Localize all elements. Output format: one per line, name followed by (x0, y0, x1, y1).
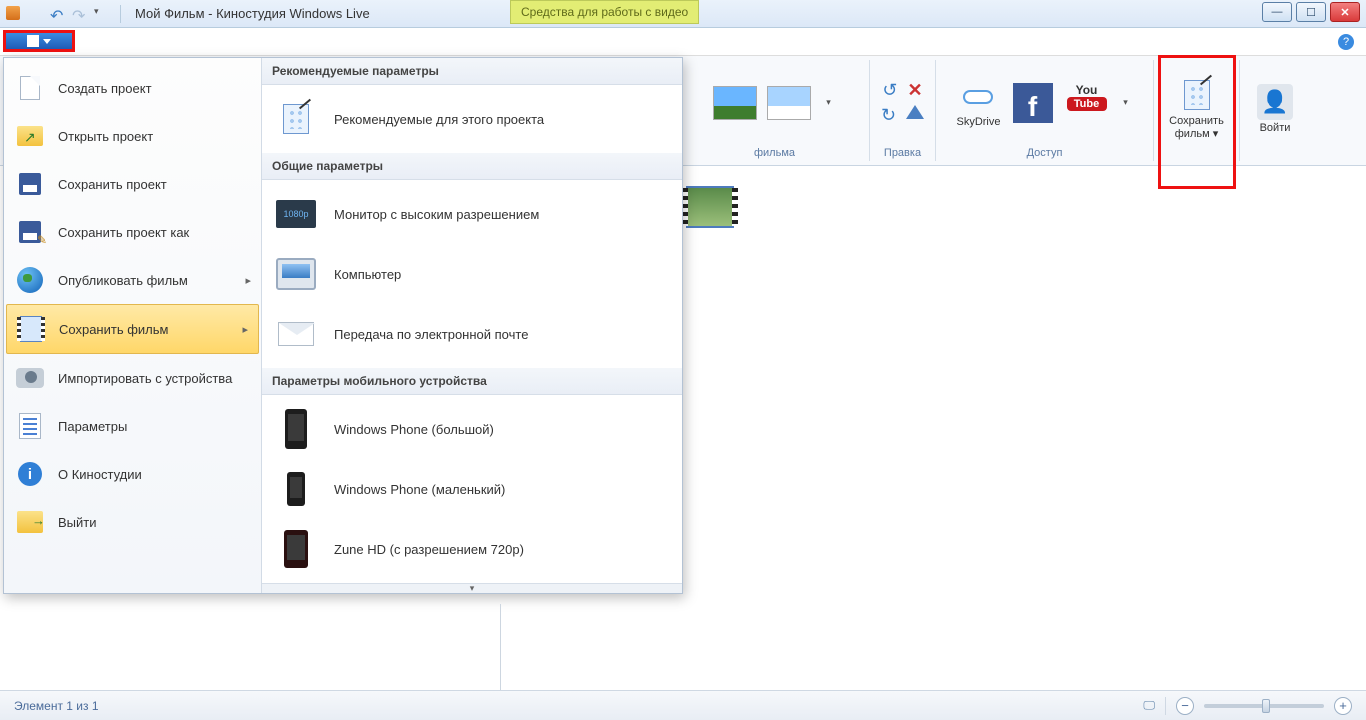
option-hd-monitor[interactable]: 1080pМонитор с высоким разрешением (262, 184, 682, 244)
settings-list-icon (19, 413, 41, 439)
preview-divider (500, 604, 501, 690)
ribbon-group-edit: ↺ ✕ ↻ Правка (870, 60, 936, 161)
facebook-icon: f (1013, 83, 1053, 123)
video-clip-thumbnail[interactable] (686, 186, 734, 228)
menu-exit[interactable]: Выйти (4, 498, 261, 546)
menu-save-project[interactable]: Сохранить проект (4, 160, 261, 208)
film-wand-icon (283, 104, 309, 134)
undo-icon[interactable]: ↶ (50, 6, 66, 22)
open-folder-icon: ↗ (17, 126, 43, 146)
menu-open-project[interactable]: ↗Открыть проект (4, 112, 261, 160)
file-doc-icon (27, 35, 39, 47)
option-recommended[interactable]: Рекомендуемые для этого проекта (262, 89, 682, 149)
rotate-right-icon[interactable]: ↻ (881, 105, 896, 126)
status-divider (1165, 697, 1166, 715)
menu-save-project-as[interactable]: Сохранить проект как (4, 208, 261, 256)
save-movie-label: Сохранить фильм ▾ (1162, 115, 1232, 140)
skydrive-icon (959, 82, 999, 110)
menu-new-project[interactable]: Создать проект (4, 64, 261, 112)
option-email[interactable]: Передача по электронной почте (262, 304, 682, 364)
zoom-slider[interactable] (1204, 704, 1324, 708)
signin-button[interactable]: 👤 Войти (1252, 84, 1298, 134)
share-more-icon[interactable]: ▾ (1118, 97, 1134, 108)
ribbon-group-movie-label: фильма (680, 145, 869, 161)
phone-icon (285, 409, 307, 449)
film-wand-icon (1184, 80, 1210, 110)
option-wp-small[interactable]: Windows Phone (маленький) (262, 459, 682, 519)
gallery-thumb-1[interactable] (712, 86, 758, 120)
option-computer[interactable]: Компьютер (262, 244, 682, 304)
file-menu: Создать проект ↗Открыть проект Сохранить… (3, 57, 683, 594)
qat-divider (120, 5, 121, 23)
zoom-slider-thumb[interactable] (1262, 699, 1270, 713)
menu-about[interactable]: iО Киностудии (4, 450, 261, 498)
gallery-thumb-2[interactable] (766, 86, 812, 120)
globe-icon (17, 267, 43, 293)
minimize-button[interactable]: — (1262, 2, 1292, 22)
file-menu-left: Создать проект ↗Открыть проект Сохранить… (4, 58, 262, 593)
select-icon[interactable] (906, 105, 924, 119)
monitor-icon (276, 258, 316, 290)
file-menu-right: Рекомендуемые параметры Рекомендуемые дл… (262, 58, 682, 593)
zoom-out-button[interactable]: − (1176, 697, 1194, 715)
menu-settings[interactable]: Параметры (4, 402, 261, 450)
section-mobile: Параметры мобильного устройства (262, 368, 682, 395)
mail-icon (278, 322, 314, 346)
ribbon-group-movie: ▾ фильма (680, 60, 870, 161)
info-icon: i (18, 462, 42, 486)
facebook-button[interactable]: f (1010, 85, 1056, 121)
section-common: Общие параметры (262, 153, 682, 180)
status-text: Элемент 1 из 1 (14, 699, 99, 713)
delete-icon[interactable]: ✕ (908, 80, 923, 101)
qat-customize-icon[interactable]: ▾ (94, 6, 110, 22)
exit-icon (17, 511, 43, 533)
save-as-icon (19, 221, 41, 243)
zoom-in-button[interactable]: + (1334, 697, 1352, 715)
view-switch-icon[interactable]: 🖵 (1143, 698, 1155, 713)
skydrive-label: SkyDrive (956, 116, 1000, 128)
video-tools-context-tab[interactable]: Средства для работы с видео (510, 0, 699, 24)
menu-import-device[interactable]: Импортировать с устройства (4, 354, 261, 402)
ribbon-group-signin: 👤 Войти (1240, 60, 1310, 161)
user-icon: 👤 (1257, 84, 1293, 120)
save-icon (19, 173, 41, 195)
menu-save-movie[interactable]: Сохранить фильм (6, 304, 259, 354)
statusbar: Элемент 1 из 1 🖵 − + (0, 690, 1366, 720)
signin-label: Войти (1260, 122, 1291, 134)
quick-access-toolbar: ↶ ↷ ▾ Мой Фильм - Киностудия Windows Liv… (0, 5, 370, 23)
window-title: Мой Фильм - Киностудия Windows Live (135, 6, 370, 21)
app-icon (6, 6, 22, 22)
zune-icon (284, 530, 308, 568)
phone-small-icon (287, 472, 305, 506)
section-recommended: Рекомендуемые параметры (262, 58, 682, 85)
gallery-more-icon[interactable]: ▾ (820, 97, 838, 108)
option-wp-large[interactable]: Windows Phone (большой) (262, 399, 682, 459)
skydrive-button[interactable]: SkyDrive (956, 78, 1002, 128)
maximize-button[interactable]: ☐ (1296, 2, 1326, 22)
new-doc-icon (20, 76, 40, 100)
ribbon-group-share: SkyDrive f YouTube ▾ Доступ (936, 60, 1154, 161)
rotate-left-icon[interactable]: ↺ (882, 80, 897, 101)
redo-icon[interactable]: ↷ (72, 6, 88, 22)
file-menu-button[interactable] (3, 30, 75, 52)
ribbon-group-edit-label: Правка (870, 145, 935, 161)
monitor-1080-icon: 1080p (276, 200, 316, 228)
chevron-down-icon (43, 39, 51, 44)
window-controls: — ☐ ✕ (1262, 2, 1360, 22)
ribbon-group-share-label: Доступ (936, 145, 1153, 161)
film-icon (20, 316, 42, 342)
camera-icon (16, 368, 44, 388)
submenu-scroll-down[interactable]: ▾ (262, 583, 682, 593)
help-icon[interactable]: ? (1338, 34, 1354, 50)
titlebar: ↶ ↷ ▾ Мой Фильм - Киностудия Windows Liv… (0, 0, 1366, 28)
menu-publish-movie[interactable]: Опубликовать фильм (4, 256, 261, 304)
youtube-button[interactable]: YouTube (1064, 85, 1110, 121)
ribbon-tabs-row: ? (0, 28, 1366, 56)
option-zune-hd[interactable]: Zune HD (с разрешением 720p) (262, 519, 682, 579)
ribbon-group-save-movie: Сохранить фильм ▾ (1154, 60, 1240, 161)
close-button[interactable]: ✕ (1330, 2, 1360, 22)
save-movie-button[interactable]: Сохранить фильм ▾ (1162, 77, 1232, 140)
youtube-icon: YouTube (1067, 83, 1107, 123)
save-icon[interactable] (28, 6, 44, 22)
